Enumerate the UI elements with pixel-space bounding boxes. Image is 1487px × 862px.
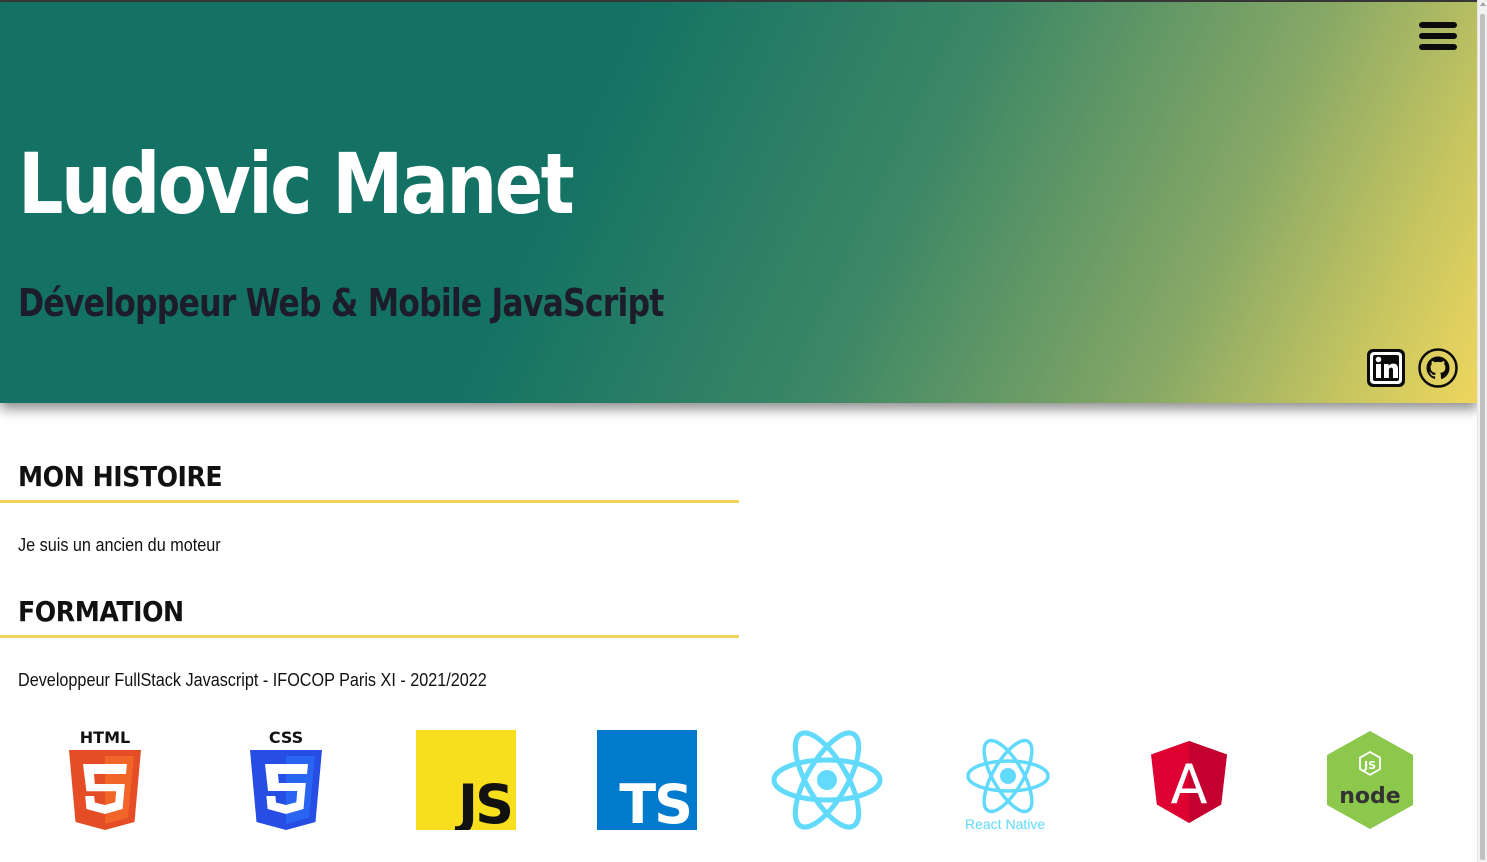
typescript-label: TS (619, 773, 691, 830)
section-title-histoire: MON HISTOIRE (18, 460, 223, 493)
hamburger-menu-button[interactable] (1419, 22, 1457, 50)
scroll-up-icon[interactable] (1480, 2, 1486, 6)
linkedin-link[interactable] (1366, 348, 1406, 388)
nodejs-label: node (1339, 784, 1400, 809)
github-icon (1418, 348, 1458, 388)
hero-header: Ludovic Manet Développeur Web & Mobile J… (0, 2, 1478, 403)
histoire-text: Je suis un ancien du moteur (18, 535, 221, 555)
react-icon (771, 730, 883, 830)
scrollbar-thumb[interactable] (1480, 14, 1485, 860)
tech-javascript: JS (416, 730, 516, 830)
tech-css3: CSS (248, 728, 324, 832)
page-title: Ludovic Manet (18, 135, 575, 233)
formation-text: Developpeur FullStack Javascript - IFOCO… (18, 670, 487, 690)
menu-bar-icon (1419, 22, 1457, 28)
tech-react-native (965, 738, 1051, 814)
section-title-formation: FORMATION (18, 595, 184, 628)
javascript-icon: JS (416, 730, 516, 830)
menu-bar-icon (1419, 33, 1457, 39)
tech-typescript: TS (597, 730, 697, 830)
react-native-label: React Native (965, 816, 1046, 832)
github-link[interactable] (1418, 348, 1458, 388)
nodejs-js-label: JS (1363, 759, 1376, 772)
vertical-scrollbar[interactable] (1477, 0, 1487, 862)
css3-label: CSS (269, 728, 303, 747)
menu-bar-icon (1419, 44, 1457, 50)
job-title: Développeur Web & Mobile JavaScript (18, 281, 664, 325)
tech-html5: HTML (67, 728, 143, 832)
section-divider (0, 500, 739, 503)
css3-icon: CSS (250, 728, 322, 830)
section-divider (0, 635, 739, 638)
angular-icon: A (1151, 741, 1227, 823)
typescript-icon: TS (597, 730, 697, 830)
react-native-icon (966, 738, 1050, 814)
angular-label: A (1171, 753, 1208, 816)
nodejs-icon: JS node (1327, 731, 1413, 829)
tech-angular: A (1151, 741, 1227, 823)
javascript-label: JS (454, 773, 511, 830)
html5-label: HTML (80, 728, 130, 747)
html5-icon: HTML (69, 728, 141, 830)
tech-react (770, 729, 884, 831)
tech-nodejs: JS node (1325, 730, 1415, 830)
linkedin-icon (1367, 349, 1405, 387)
